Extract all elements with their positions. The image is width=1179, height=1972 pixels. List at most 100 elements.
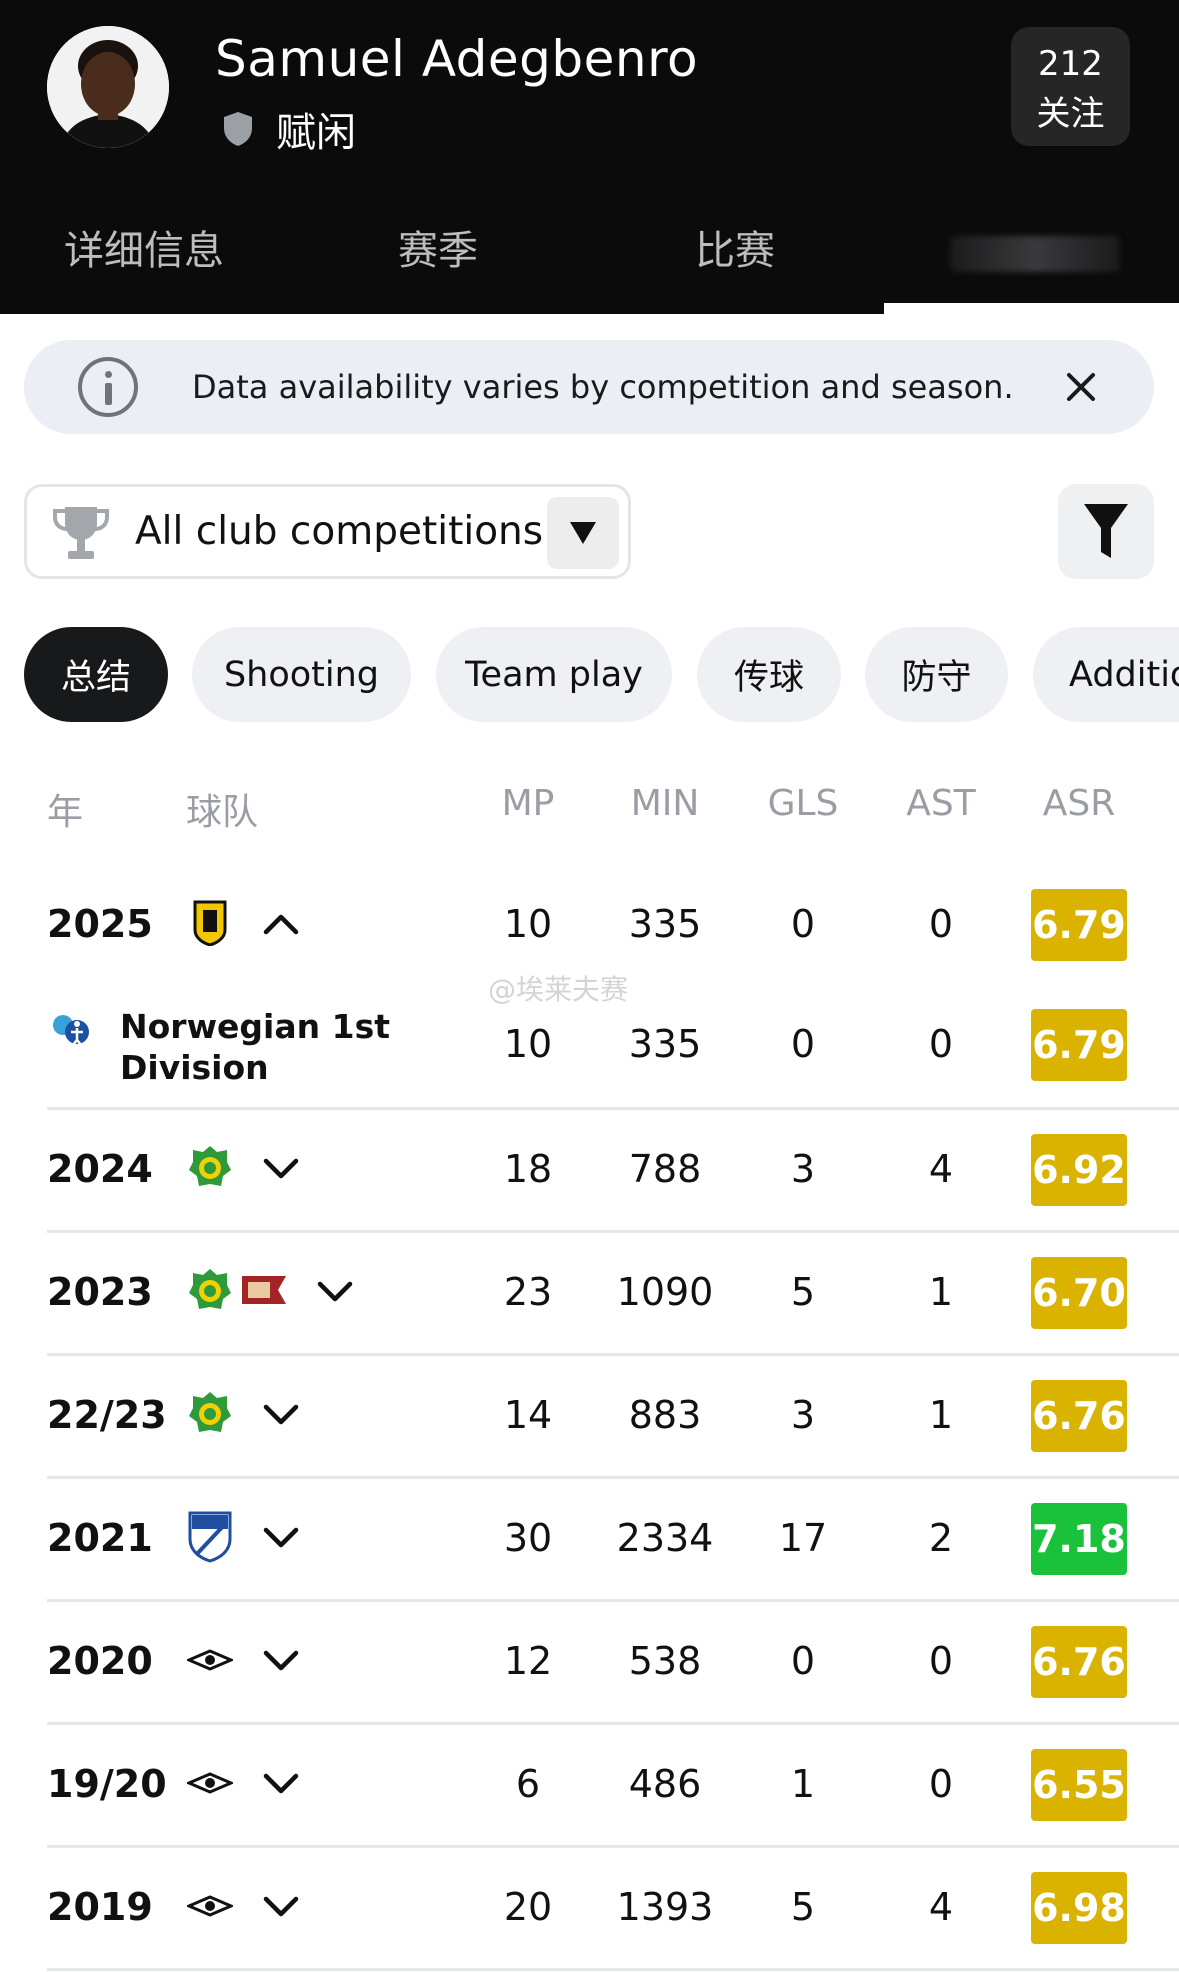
season-year: 2024 xyxy=(47,1147,153,1191)
cell-min: 486 xyxy=(628,1762,702,1806)
cell-min: 1090 xyxy=(616,1270,714,1314)
competition-dropdown-button[interactable] xyxy=(547,497,619,569)
cell-mp: 14 xyxy=(503,1393,553,1437)
cell-min: 335 xyxy=(628,1022,702,1066)
followers-count: 212 xyxy=(1038,44,1103,84)
triangle-down-icon xyxy=(570,522,596,544)
chevron-down-icon[interactable] xyxy=(263,1650,299,1672)
season-row-19-20[interactable]: 19/20 6 486 1 0 6.55 xyxy=(0,1740,1179,1830)
rating-badge: 6.76 xyxy=(1031,1380,1127,1452)
cell-mp: 30 xyxy=(503,1516,553,1560)
row-divider xyxy=(47,1353,1179,1356)
season-year: 2021 xyxy=(47,1516,153,1560)
rating-badge: 7.18 xyxy=(1031,1503,1127,1575)
rating-badge: 6.79 xyxy=(1031,889,1127,961)
header-mp[interactable]: MP xyxy=(468,783,588,824)
chevron-down-icon[interactable] xyxy=(317,1281,353,1303)
player-avatar xyxy=(47,26,169,148)
season-row-2025[interactable]: 2025 10 335 0 0 6.79 xyxy=(0,880,1179,970)
tab-details[interactable]: 详细信息 xyxy=(64,218,224,276)
competition-subrow[interactable]: Norwegian 1st Division 10 335 0 0 6.79 xyxy=(0,990,1179,1110)
filter-button[interactable] xyxy=(1058,484,1154,579)
cell-min: 883 xyxy=(628,1393,702,1437)
club-crest-icon xyxy=(187,1772,233,1794)
cell-gls: 5 xyxy=(790,1270,816,1314)
pill-additional[interactable]: Additio xyxy=(1033,627,1179,722)
club-crest-icon xyxy=(188,1511,232,1563)
stat-category-pills: 总结 Shooting Team play 传球 防守 Additio xyxy=(0,627,1179,722)
row-divider xyxy=(47,1845,1179,1848)
pill-passing[interactable]: 传球 xyxy=(697,627,841,722)
league-name: Norwegian 1st Division xyxy=(120,1007,390,1087)
header-min[interactable]: MIN xyxy=(605,783,725,824)
row-divider xyxy=(47,1476,1179,1479)
chevron-down-icon[interactable] xyxy=(263,1773,299,1795)
close-icon[interactable] xyxy=(1064,370,1098,404)
season-year: 2019 xyxy=(47,1885,153,1929)
cell-min: 788 xyxy=(628,1147,702,1191)
season-row-2024[interactable]: 2024 18 788 3 4 6.92 xyxy=(0,1125,1179,1215)
rating-badge: 6.55 xyxy=(1031,1749,1127,1821)
player-status-row: 赋闲 xyxy=(222,100,356,158)
banner-text: Data availability varies by competition … xyxy=(192,368,1014,406)
competition-select[interactable]: All club competitions xyxy=(24,484,631,579)
cell-ast: 1 xyxy=(928,1393,954,1437)
chevron-up-icon[interactable] xyxy=(263,913,299,935)
row-divider xyxy=(47,1107,1179,1110)
header-team: 球队 xyxy=(186,792,259,833)
season-row-2023[interactable]: 2023 23 1090 5 1 6.70 xyxy=(0,1248,1179,1338)
chevron-down-icon[interactable] xyxy=(263,1158,299,1180)
tab-career-blurred[interactable] xyxy=(950,236,1120,272)
cell-ast: 2 xyxy=(928,1516,954,1560)
follow-button[interactable]: 212 关注 xyxy=(1011,27,1130,146)
pill-defense[interactable]: 防守 xyxy=(865,627,1008,722)
header-ast[interactable]: AST xyxy=(881,783,1001,824)
season-row-2021[interactable]: 2021 30 2334 17 2 7.18 xyxy=(0,1494,1179,1584)
cell-ast: 0 xyxy=(928,1639,954,1683)
pill-team-play[interactable]: Team play xyxy=(436,627,672,722)
cell-ast: 0 xyxy=(928,1022,954,1066)
cell-mp: 12 xyxy=(503,1639,553,1683)
row-divider xyxy=(47,1722,1179,1725)
tab-season[interactable]: 赛季 xyxy=(398,218,478,276)
cell-gls: 5 xyxy=(790,1885,816,1929)
season-row-2020[interactable]: 2020 12 538 0 0 6.76 xyxy=(0,1617,1179,1707)
chevron-down-icon[interactable] xyxy=(263,1404,299,1426)
rating-badge: 6.92 xyxy=(1031,1134,1127,1206)
pill-summary[interactable]: 总结 xyxy=(24,627,168,722)
header-asr[interactable]: ASR xyxy=(1019,783,1139,824)
pill-shooting[interactable]: Shooting xyxy=(192,627,411,722)
header-gls[interactable]: GLS xyxy=(743,783,863,824)
club-crest-icon xyxy=(187,1649,233,1671)
season-year: 19/20 xyxy=(47,1762,167,1806)
season-row-22-23[interactable]: 22/23 14 883 3 1 6.76 xyxy=(0,1371,1179,1461)
cell-min: 2334 xyxy=(616,1516,714,1560)
season-year: 2023 xyxy=(47,1270,153,1314)
cell-mp: 18 xyxy=(503,1147,553,1191)
cell-ast: 0 xyxy=(928,1762,954,1806)
row-divider xyxy=(47,1599,1179,1602)
player-header: Samuel Adegbenro 赋闲 212 关注 详细信息 赛季 比赛 xyxy=(0,0,1179,314)
watermark: @埃莱夫赛 xyxy=(488,973,629,1006)
cell-gls: 3 xyxy=(790,1393,816,1437)
club-crest-icon xyxy=(189,1146,231,1186)
season-row-2019[interactable]: 2019 20 1393 5 4 6.98 xyxy=(0,1863,1179,1953)
stats-table-header: 年 球队 MP MIN GLS AST ASR xyxy=(0,775,1179,835)
club-crest-icon xyxy=(189,1392,231,1432)
season-year: 2020 xyxy=(47,1639,153,1683)
trophy-icon xyxy=(53,507,109,559)
tab-bar: 详细信息 赛季 比赛 xyxy=(0,200,1179,314)
active-tab-indicator xyxy=(884,303,1179,314)
cell-gls: 3 xyxy=(790,1147,816,1191)
chevron-down-icon[interactable] xyxy=(263,1896,299,1918)
cell-gls: 17 xyxy=(778,1516,828,1560)
tab-matches[interactable]: 比赛 xyxy=(695,218,775,276)
cell-min: 335 xyxy=(628,902,702,946)
club-crest-icon xyxy=(193,900,227,946)
cell-ast: 1 xyxy=(928,1270,954,1314)
cell-min: 538 xyxy=(628,1639,702,1683)
rating-badge: 6.76 xyxy=(1031,1626,1127,1698)
cell-gls: 1 xyxy=(790,1762,816,1806)
chevron-down-icon[interactable] xyxy=(263,1527,299,1549)
cell-min: 1393 xyxy=(616,1885,714,1929)
